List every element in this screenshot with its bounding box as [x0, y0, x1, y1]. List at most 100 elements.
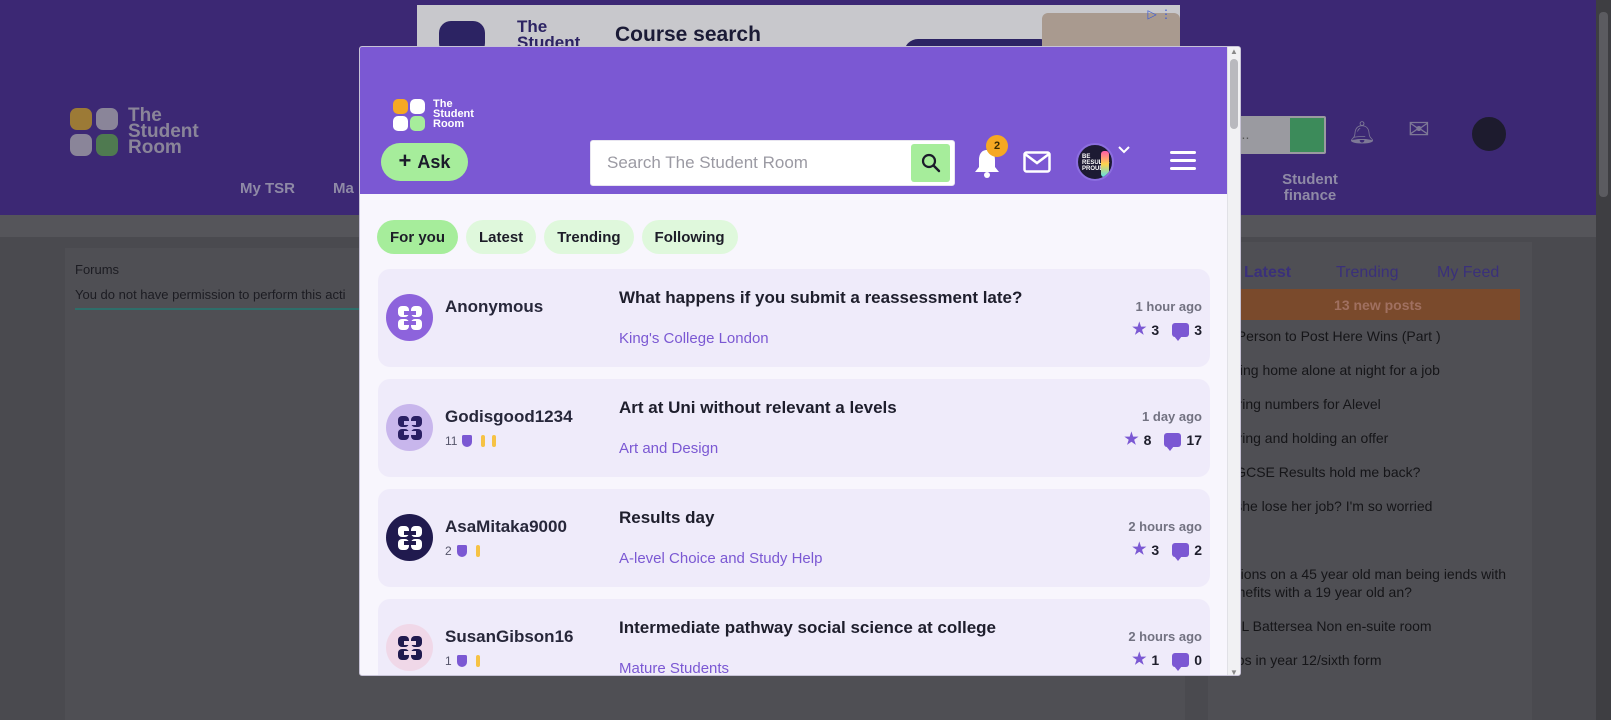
- tab-for-you[interactable]: For you: [377, 220, 458, 254]
- side-thread-item[interactable]: ill she lose her job? I'm so worried: [1222, 497, 1522, 515]
- scroll-down-icon[interactable]: ▼: [1230, 668, 1238, 675]
- plus-icon: +: [398, 148, 412, 173]
- post-forum[interactable]: Art and Design: [619, 440, 718, 457]
- user-level-value: 11: [445, 434, 458, 448]
- side-thread-item[interactable]: alking home alone at night for a job: [1222, 361, 1522, 379]
- side-thread-item[interactable]: pinions on a 45 year old man being iends…: [1222, 565, 1522, 601]
- post-time: 2 hours ago: [1128, 629, 1202, 644]
- search-box: [590, 140, 955, 186]
- post-forum[interactable]: Mature Students: [619, 660, 729, 675]
- background-search-button[interactable]: [1290, 118, 1324, 152]
- student-room-logo-icon: [397, 525, 422, 550]
- post-title[interactable]: Intermediate pathway social science at c…: [619, 618, 1099, 638]
- student-room-logo-icon: [397, 305, 422, 330]
- user-level-value: 2: [445, 544, 452, 558]
- side-tab-trending[interactable]: Trending: [1336, 264, 1399, 282]
- modal-scrollbar-thumb[interactable]: [1230, 59, 1238, 129]
- nav-student-finance[interactable]: Student finance: [1275, 172, 1345, 204]
- user-level: 11: [445, 434, 497, 448]
- post-stars: 1: [1151, 652, 1160, 668]
- user-avatar-icon[interactable]: [386, 294, 433, 341]
- post-username[interactable]: Godisgood1234: [445, 407, 573, 427]
- post-card[interactable]: SusanGibson16 1 Intermediate pathway soc…: [378, 599, 1210, 675]
- post-title[interactable]: What happens if you submit a reassessmen…: [619, 288, 1099, 308]
- info-icon[interactable]: ▷ ⋮: [1147, 7, 1172, 21]
- post-replies: 2: [1194, 542, 1202, 558]
- mail-icon[interactable]: [1023, 151, 1051, 173]
- comment-icon: [1172, 543, 1190, 561]
- avatar-text: BE RESULTS PROUD: [1082, 154, 1110, 172]
- page-scrollbar-thumb[interactable]: [1599, 12, 1608, 197]
- rep-bar-icon: [492, 435, 497, 447]
- breadcrumb-forums[interactable]: Forums: [75, 262, 119, 277]
- avatar-decoration: [1101, 151, 1109, 177]
- post-username[interactable]: SusanGibson16: [445, 627, 573, 647]
- new-posts-banner[interactable]: 13 new posts: [1236, 289, 1520, 320]
- side-tab-my-feed[interactable]: My Feed: [1437, 264, 1499, 282]
- nav-truncated[interactable]: Ma: [333, 180, 354, 197]
- menu-icon[interactable]: [1170, 151, 1196, 171]
- post-stats: ★ 1 0: [1132, 652, 1202, 671]
- post-stars: 3: [1151, 542, 1160, 558]
- search-button[interactable]: [911, 144, 950, 182]
- shield-icon: [456, 655, 467, 667]
- post-forum[interactable]: A-level Choice and Study Help: [619, 550, 822, 567]
- post-stars: 8: [1143, 432, 1152, 448]
- side-thread-list: st Person to Post Here Wins (Part ) alki…: [1222, 327, 1522, 685]
- shield-icon: [456, 545, 467, 557]
- post-card[interactable]: Godisgood1234 11 Art at Uni without rele…: [378, 379, 1210, 477]
- advert-title: Course search: [615, 23, 761, 46]
- page-scrollbar[interactable]: [1596, 0, 1611, 720]
- post-title[interactable]: Art at Uni without relevant a levels: [619, 398, 1099, 418]
- post-time: 2 hours ago: [1128, 519, 1202, 534]
- rep-bar-icon: [481, 435, 486, 447]
- shield-icon: [462, 435, 473, 447]
- post-stats: ★ 3 2: [1132, 541, 1202, 561]
- comment-icon: [1164, 433, 1182, 451]
- mail-icon[interactable]: ✉︎: [1408, 114, 1430, 145]
- tab-trending[interactable]: Trending: [544, 220, 634, 254]
- star-icon: ★: [1124, 431, 1139, 448]
- user-avatar[interactable]: BE RESULTS PROUD: [1076, 143, 1114, 181]
- side-thread-item[interactable]: earing numbers for Alevel: [1222, 395, 1522, 413]
- user-avatar-icon[interactable]: [386, 624, 433, 671]
- post-stars: 3: [1151, 322, 1160, 338]
- side-thread-item[interactable]: KCL Battersea Non en-suite room: [1222, 617, 1522, 635]
- post-card[interactable]: Anonymous What happens if you submit a r…: [378, 269, 1210, 367]
- side-thread-item[interactable]: ill GCSE Results hold me back?: [1222, 463, 1522, 481]
- nav-my-tsr[interactable]: My TSR: [240, 180, 295, 197]
- student-room-logo-icon: [397, 635, 422, 660]
- chevron-down-icon[interactable]: [1118, 145, 1130, 155]
- feed-modal: The Student Room + Ask 2 BE RESULT: [359, 46, 1241, 676]
- post-stats: ★ 3 3: [1132, 321, 1202, 341]
- modal-scrollbar[interactable]: ▲ ▼: [1227, 47, 1240, 675]
- tab-latest[interactable]: Latest: [466, 220, 537, 254]
- search-input[interactable]: [591, 141, 911, 185]
- post-username[interactable]: Anonymous: [445, 297, 543, 317]
- post-title[interactable]: Results day: [619, 508, 1099, 528]
- background-logo[interactable]: The Student Room: [70, 106, 220, 160]
- modal-logo[interactable]: The Student Room: [393, 99, 493, 133]
- post-card[interactable]: AsaMitaka9000 2 Results day A-level Choi…: [378, 489, 1210, 587]
- user-level-value: 1: [445, 654, 452, 668]
- post-username[interactable]: AsaMitaka9000: [445, 517, 567, 537]
- tab-following[interactable]: Following: [641, 220, 738, 254]
- background-avatar[interactable]: [1470, 115, 1508, 153]
- post-forum[interactable]: King's College London: [619, 330, 769, 347]
- side-thread-item[interactable]: elp: [1222, 531, 1522, 549]
- user-avatar-icon[interactable]: [386, 404, 433, 451]
- user-level: 2: [445, 544, 480, 558]
- post-replies: 17: [1186, 432, 1202, 448]
- side-thread-item[interactable]: Jobs in year 12/sixth form: [1222, 651, 1522, 669]
- scroll-up-icon[interactable]: ▲: [1230, 47, 1238, 56]
- side-thread-item[interactable]: st Person to Post Here Wins (Part ): [1222, 327, 1522, 345]
- star-icon: ★: [1132, 321, 1147, 338]
- post-time: 1 day ago: [1142, 409, 1202, 424]
- student-room-logo-icon: [397, 415, 422, 440]
- user-avatar-icon[interactable]: [386, 514, 433, 561]
- ask-button[interactable]: + Ask: [381, 143, 468, 181]
- side-tab-latest[interactable]: Latest: [1244, 264, 1291, 282]
- star-icon: ★: [1132, 541, 1147, 558]
- side-thread-item[interactable]: earing and holding an offer: [1222, 429, 1522, 447]
- bell-icon[interactable]: 🔔︎: [1348, 120, 1376, 146]
